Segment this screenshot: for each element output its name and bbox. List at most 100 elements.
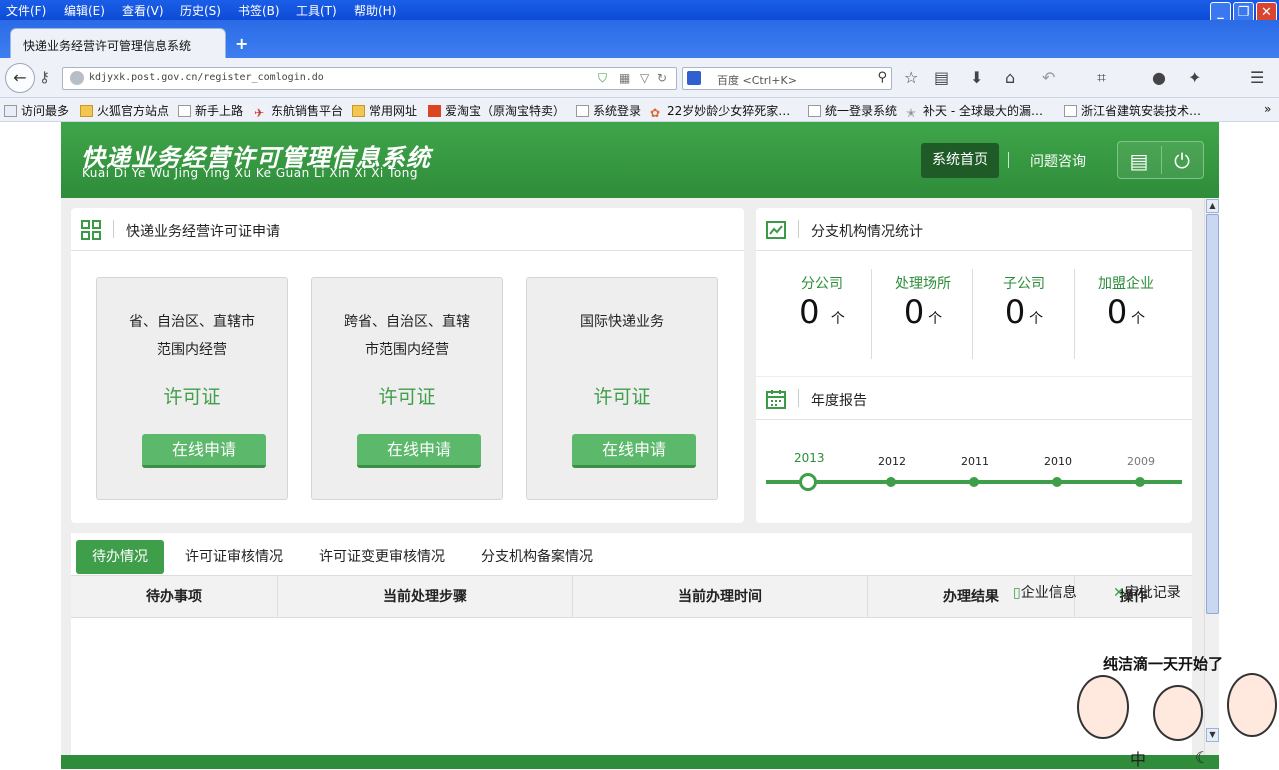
tab-license-review[interactable]: 许可证审核情况 — [185, 540, 283, 574]
menu-file[interactable]: 文件(F) — [6, 2, 46, 19]
url-bar[interactable]: kdjyxk.post.gov.cn/register_comlogin.do … — [62, 67, 677, 90]
menu-icon[interactable]: ☰ — [1250, 68, 1264, 87]
title-divider — [113, 220, 114, 238]
chat-icon[interactable]: ● — [1152, 68, 1166, 87]
bookmarks-overflow[interactable]: » — [1264, 102, 1271, 116]
url-text[interactable]: kdjyxk.post.gov.cn/register_comlogin.do — [89, 72, 324, 83]
year-2010[interactable]: 2010 — [1044, 455, 1072, 468]
branch-stats-panel: 分支机构情况统计 分公司 0 个 处理场所 0 个 子公司 0 个 加盟企业 0… — [756, 208, 1192, 376]
bookmark-item[interactable]: 爱淘宝（原淘宝特卖） — [428, 102, 565, 119]
scroll-thumb[interactable] — [1206, 214, 1219, 614]
year-marker[interactable] — [1052, 477, 1062, 487]
company-info-link[interactable]: ▯企业信息 — [1013, 582, 1077, 602]
dropdown-icon[interactable]: ▽ — [640, 71, 649, 85]
header-buttons: ▤ ⏻ — [1117, 141, 1204, 179]
cartoon-face — [1153, 685, 1203, 741]
search-icon[interactable]: ⚲ — [877, 70, 887, 85]
panel-title: 快递业务经营许可证申请 — [126, 224, 280, 240]
power-icon[interactable]: ⏻ — [1169, 148, 1195, 174]
apply-online-button[interactable]: 在线申请 — [572, 434, 696, 468]
year-marker[interactable] — [969, 477, 979, 487]
panel-header: 年度报告 — [756, 377, 1192, 420]
stats-row: 分公司 0 个 处理场所 0 个 子公司 0 个 加盟企业 0 个 — [756, 251, 1192, 376]
qrcode-icon[interactable]: ▦ — [619, 71, 630, 85]
company-info-label: 企业信息 — [1020, 585, 1077, 601]
year-marker[interactable] — [886, 477, 896, 487]
search-box[interactable]: 百度 <Ctrl+K> ⚲ — [682, 67, 892, 90]
bookmark-item[interactable]: 新手上路 — [178, 102, 243, 119]
license-label: 许可证 — [593, 386, 651, 408]
bookmark-item[interactable]: 常用网址 — [352, 102, 417, 119]
stat-subsidiary: 子公司 0 个 — [974, 265, 1074, 355]
mascot-overlay[interactable]: 纯洁滴一天开始了 中 ☾ — [1075, 650, 1279, 769]
approval-record-link[interactable]: ✕审批记录 — [1113, 582, 1181, 602]
stat-facility: 处理场所 0 个 — [873, 265, 973, 355]
stat-unit: 个 — [830, 311, 845, 327]
calendar-icon — [766, 390, 786, 409]
tab-pending[interactable]: 待办情况 — [76, 540, 164, 574]
year-selected-marker[interactable] — [799, 473, 817, 491]
tab-title: 快递业务经营许可管理信息系统 — [23, 39, 192, 53]
bookmark-item[interactable]: 浙江省建筑安装技术… — [1064, 102, 1201, 119]
panel-title: 分支机构情况统计 — [811, 224, 923, 240]
addon-icon[interactable]: ✦ — [1188, 68, 1201, 87]
document-list-icon[interactable]: ▤ — [1126, 148, 1152, 174]
scope-line: 省、自治区、直辖市 — [129, 314, 255, 330]
divider — [1161, 146, 1162, 174]
year-marker[interactable] — [1135, 477, 1145, 487]
browser-menubar: 文件(F) 编辑(E) 查看(V) 历史(S) 书签(B) 工具(T) 帮助(H… — [0, 0, 1279, 23]
bookmark-item[interactable]: 访问最多 — [4, 102, 69, 119]
shield-icon[interactable]: ⛉ — [598, 71, 607, 86]
license-scope: 省、自治区、直辖市 范围内经营 — [111, 308, 273, 364]
bookmark-item[interactable]: ✭ 补天 - 全球最大的漏… — [906, 102, 1043, 120]
download-icon[interactable]: ⬇ — [970, 68, 983, 87]
main-content: 快递业务经营许可证申请 省、自治区、直辖市 范围内经营 许可证 在线申请 跨省、自… — [61, 198, 1204, 756]
year-2009[interactable]: 2009 — [1127, 455, 1155, 468]
key-icon[interactable]: ⚷ — [39, 68, 50, 86]
apply-online-button[interactable]: 在线申请 — [142, 434, 266, 468]
stat-unit: 个 — [928, 311, 943, 327]
bookmark-item[interactable]: 统一登录系统 — [808, 102, 897, 119]
stat-label: 处理场所 — [895, 276, 951, 292]
apply-online-button[interactable]: 在线申请 — [357, 434, 481, 468]
menu-help[interactable]: 帮助(H) — [354, 2, 396, 19]
tab-license-change-review[interactable]: 许可证变更审核情况 — [319, 540, 445, 574]
menu-history[interactable]: 历史(S) — [180, 2, 221, 19]
document-icon: ▯ — [1013, 585, 1021, 601]
back-button[interactable]: ← — [5, 63, 35, 93]
undo-icon[interactable]: ↶ — [1042, 68, 1055, 87]
title-divider — [798, 220, 799, 238]
scroll-up-icon[interactable]: ▲ — [1206, 199, 1219, 213]
browser-tab[interactable]: 快递业务经营许可管理信息系统 — [10, 28, 226, 58]
stat-franchise: 加盟企业 0 个 — [1076, 265, 1176, 355]
reader-icon[interactable]: ▤ — [934, 68, 949, 87]
bookmark-item[interactable]: 系统登录 — [576, 102, 641, 119]
crop-icon[interactable]: ⌗ — [1097, 68, 1106, 88]
new-tab-button[interactable]: + — [235, 34, 248, 53]
pending-table: 待办事项 当前处理步骤 当前办理时间 办理结果 操作 — [71, 576, 1192, 756]
bookmark-item[interactable]: ✈ 东航销售平台 — [254, 102, 343, 120]
site-title-pinyin: Kuai Di Ye Wu Jing Ying Xu Ke Guan Li Xi… — [82, 166, 418, 180]
reload-icon[interactable]: ↻ — [657, 71, 667, 85]
home-icon[interactable]: ⌂ — [1005, 68, 1015, 87]
star-icon[interactable]: ☆ — [904, 68, 918, 87]
panel-header: 快递业务经营许可证申请 — [71, 208, 744, 251]
menu-view[interactable]: 查看(V) — [122, 2, 164, 19]
year-2013[interactable]: 2013 — [794, 451, 825, 465]
year-2012[interactable]: 2012 — [878, 455, 906, 468]
nav-consult[interactable]: 问题咨询 — [1030, 151, 1086, 171]
menu-bookmarks[interactable]: 书签(B) — [238, 2, 280, 19]
year-2011[interactable]: 2011 — [961, 455, 989, 468]
menu-edit[interactable]: 编辑(E) — [64, 2, 105, 19]
bookmark-item[interactable]: ✿ 22岁妙龄少女猝死家… — [650, 102, 790, 120]
bookmarks-bar: 访问最多 火狐官方站点 新手上路 ✈ 东航销售平台 常用网址 爱淘宝（原淘宝特卖）… — [0, 98, 1279, 122]
baidu-icon[interactable] — [687, 71, 701, 85]
stat-value: 0 — [799, 293, 820, 331]
nav-home[interactable]: 系统首页 — [921, 143, 999, 178]
globe-icon — [70, 71, 84, 85]
bookmark-item[interactable]: 火狐官方站点 — [80, 102, 169, 119]
stat-value: 0 — [1004, 293, 1026, 331]
menu-tools[interactable]: 工具(T) — [296, 2, 337, 19]
scope-line: 范围内经营 — [157, 342, 227, 358]
tab-branch-filing[interactable]: 分支机构备案情况 — [481, 540, 593, 574]
